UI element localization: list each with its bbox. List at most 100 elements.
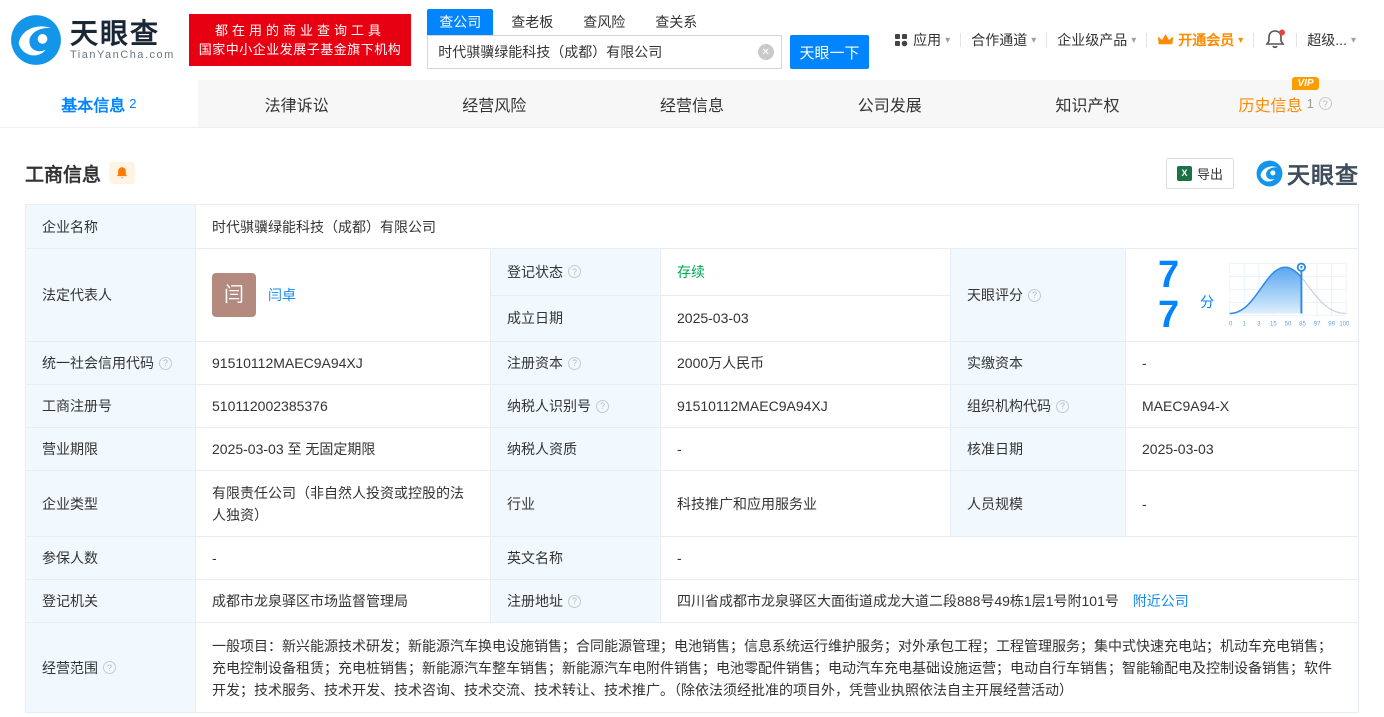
table-row: 统一社会信用代码 ? 91510112MAEC9A94XJ 注册资本 ? 200… xyxy=(25,341,1359,385)
field-label-score: 天眼评分 ? xyxy=(950,248,1126,342)
legal-rep-avatar[interactable]: 闫 xyxy=(212,273,256,317)
search-tab-boss[interactable]: 查老板 xyxy=(499,9,565,35)
tab-label: 经营风险 xyxy=(462,97,527,115)
bell-icon xyxy=(1265,29,1286,48)
field-label-text: 注册资本 xyxy=(507,355,563,371)
field-label-text: 组织机构代码 xyxy=(967,398,1051,414)
tab-business-info[interactable]: 经营信息 xyxy=(593,80,791,127)
tab-basic-info[interactable]: 基本信息 2 xyxy=(0,80,198,127)
field-label-text: 经营范围 xyxy=(42,659,98,676)
tab-history-info[interactable]: 历史信息 VIP 1 ? xyxy=(1186,76,1384,127)
help-icon[interactable]: ? xyxy=(159,356,172,370)
chevron-down-icon: ▾ xyxy=(945,34,951,46)
field-label-reg-capital: 注册资本 ? xyxy=(490,341,661,385)
nav-partner[interactable]: 合作通道 ▾ xyxy=(961,30,1046,50)
field-label-business-scope: 经营范围 ? xyxy=(25,622,196,713)
search-block: 查公司 查老板 查风险 查关系 ✕ 天眼一下 xyxy=(427,9,870,69)
tab-legal-proceedings[interactable]: 法律诉讼 xyxy=(198,80,396,127)
banner-line2: 国家中小企业发展子基金旗下机构 xyxy=(198,42,402,57)
nav-open-vip-label: 开通会员 xyxy=(1178,32,1235,48)
vip-badge: VIP xyxy=(1292,76,1319,90)
nav-super-vip[interactable]: 超级... ▾ xyxy=(1297,30,1366,50)
tab-intellectual-property[interactable]: 知识产权 xyxy=(989,80,1187,127)
watermark-logo: 天眼查 xyxy=(1256,156,1359,190)
tab-operating-risk[interactable]: 经营风险 xyxy=(395,80,593,127)
help-icon[interactable]: ? xyxy=(568,356,581,370)
score-distribution-chart: 0 1 3 15 50 85 97 99 100 xyxy=(1229,262,1350,328)
field-label-business-term: 营业期限 xyxy=(25,427,196,471)
nav-apps[interactable]: 应用 ▾ xyxy=(884,30,960,50)
field-label-taxpayer-id: 纳税人识别号 ? xyxy=(490,384,661,428)
export-label: 导出 xyxy=(1196,166,1223,182)
score-value: 77 xyxy=(1158,254,1180,336)
field-value-business-scope: 一般项目：新兴能源技术研发；新能源汽车换电设施销售；合同能源管理；电池销售；信息… xyxy=(195,622,1359,713)
notifications-bell[interactable] xyxy=(1254,28,1296,53)
field-value-approval-date: 2025-03-03 xyxy=(1125,427,1359,471)
help-icon[interactable]: ? xyxy=(103,661,116,674)
table-row: 参保人数 - 英文名称 - xyxy=(25,536,1359,580)
table-row: 登记机关 成都市龙泉驿区市场监督管理局 注册地址 ? 四川省成都市龙泉驿区大面街… xyxy=(25,579,1359,623)
svg-text:0: 0 xyxy=(1229,322,1233,328)
tab-label: 公司发展 xyxy=(857,97,922,115)
notification-dot xyxy=(1279,29,1286,35)
help-icon[interactable]: ? xyxy=(1318,97,1332,110)
chevron-down-icon: ▾ xyxy=(1350,34,1356,46)
tab-company-development[interactable]: 公司发展 xyxy=(791,80,989,127)
field-value-score: 77 分 0 1 3 15 50 85 97 99 100 xyxy=(1125,248,1359,342)
search-button[interactable]: 天眼一下 xyxy=(789,35,870,69)
tianyancha-logo-icon xyxy=(11,15,61,65)
help-icon[interactable]: ? xyxy=(1056,399,1069,413)
tab-label: 法律诉讼 xyxy=(264,97,329,115)
main-content: 工商信息 X 导出 天眼查 企业名称 时代骐骥绿能科技（成都）有限公司 法定代表… xyxy=(0,156,1384,713)
export-button[interactable]: X 导出 xyxy=(1165,157,1234,189)
chevron-down-icon: ▾ xyxy=(1131,34,1137,46)
help-icon[interactable]: ? xyxy=(568,265,581,279)
field-value-paid-capital: - xyxy=(1125,341,1359,385)
field-value-reg-capital: 2000万人民币 xyxy=(660,341,951,385)
field-label-paid-capital: 实缴资本 xyxy=(950,341,1126,385)
chevron-down-icon: ▾ xyxy=(1031,34,1037,46)
search-tab-company[interactable]: 查公司 xyxy=(427,9,494,35)
table-row: 工商注册号 510112002385376 纳税人识别号 ? 91510112M… xyxy=(25,384,1359,428)
excel-icon: X xyxy=(1176,165,1192,181)
tab-count: 1 xyxy=(1306,96,1314,111)
field-label-insured-count: 参保人数 xyxy=(25,536,196,580)
tianyancha-logo[interactable]: 天眼查 TianYanCha.com xyxy=(10,14,175,66)
address-text: 四川省成都市龙泉驿区大面街道成龙大道二段888号49栋1层1号附101号 xyxy=(677,593,1119,609)
field-value-industry: 科技推广和应用服务业 xyxy=(660,470,951,537)
field-value-reg-number: 510112002385376 xyxy=(195,384,491,428)
status-badge: 存续 xyxy=(677,263,705,280)
business-info-table: 企业名称 时代骐骥绿能科技（成都）有限公司 法定代表人 闫 闫卓 登记状态 ? … xyxy=(25,204,1359,713)
help-icon[interactable]: ? xyxy=(1028,288,1041,302)
crown-icon xyxy=(1158,34,1174,45)
nav-partner-label: 合作通道 xyxy=(971,32,1028,48)
section-title: 工商信息 xyxy=(25,164,102,186)
table-row: 企业名称 时代骐骥绿能科技（成都）有限公司 xyxy=(25,204,1359,249)
search-tab-relation[interactable]: 查关系 xyxy=(643,9,709,35)
search-tab-risk[interactable]: 查风险 xyxy=(571,9,637,35)
nearby-companies-link[interactable]: 附近公司 xyxy=(1133,593,1189,609)
field-value-business-term: 2025-03-03 至 无固定期限 xyxy=(195,427,491,471)
top-nav: 应用 ▾ 合作通道 ▾ 企业级产品 ▾ 开通会员 ▾ 超级... ▾ xyxy=(884,28,1366,53)
help-icon[interactable]: ? xyxy=(568,594,581,608)
clear-icon[interactable]: ✕ xyxy=(757,44,774,60)
field-label-text: 天眼评分 xyxy=(967,287,1023,303)
legal-rep-link[interactable]: 闫卓 xyxy=(268,284,296,306)
svg-text:1: 1 xyxy=(1243,322,1247,328)
svg-text:15: 15 xyxy=(1270,322,1277,328)
field-label-uscc: 统一社会信用代码 ? xyxy=(25,341,196,385)
nav-enterprise[interactable]: 企业级产品 ▾ xyxy=(1047,30,1146,50)
field-label-reg-address: 注册地址 ? xyxy=(490,579,661,623)
nav-open-vip[interactable]: 开通会员 ▾ xyxy=(1147,30,1253,50)
search-input[interactable] xyxy=(427,35,782,69)
help-icon[interactable]: ? xyxy=(596,399,609,413)
tab-count: 2 xyxy=(129,96,137,111)
svg-text:3: 3 xyxy=(1257,322,1261,328)
field-label-taxpayer-qualification: 纳税人资质 xyxy=(490,427,661,471)
subscribe-bell-button[interactable] xyxy=(109,162,136,184)
tianyancha-logo-icon xyxy=(1256,160,1283,186)
nav-enterprise-label: 企业级产品 xyxy=(1057,32,1128,48)
apps-grid-icon xyxy=(895,34,908,47)
top-header: 天眼查 TianYanCha.com 都在用的商业查询工具 国家中小企业发展子基… xyxy=(0,0,1384,80)
logo-domain: TianYanCha.com xyxy=(70,49,175,61)
